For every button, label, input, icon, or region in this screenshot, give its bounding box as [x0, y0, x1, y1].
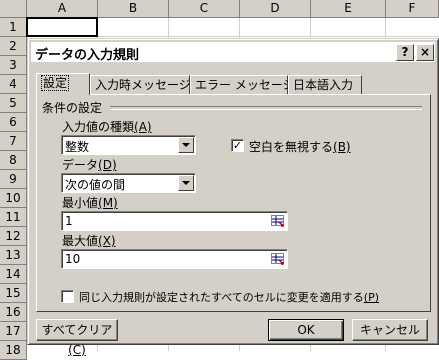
data-operator-label: データ(D) [62, 156, 117, 173]
column-header-b[interactable]: B [98, 0, 169, 18]
apply-all-label-key: (P) [363, 291, 380, 304]
minimum-label-key: (M) [98, 196, 118, 210]
ok-button[interactable]: OK [268, 319, 344, 341]
data-operator-value: 次の値の間 [65, 178, 126, 192]
data-operator-label-key: (D) [98, 158, 117, 172]
minimum-label: 最小値(M) [62, 194, 118, 211]
row-header-14[interactable]: 14 [0, 265, 27, 284]
range-select-icon[interactable] [271, 252, 285, 265]
column-header-a[interactable]: A [27, 0, 98, 18]
clear-all-button[interactable]: すべてクリア (C) [36, 319, 118, 357]
row-header-12[interactable]: 12 [0, 227, 27, 246]
row-header-10[interactable]: 10 [0, 189, 27, 208]
row-header-8[interactable]: 8 [0, 151, 27, 170]
chevron-down-icon[interactable] [178, 137, 194, 153]
help-button[interactable]: ? [396, 44, 414, 61]
row-header-16[interactable]: 16 [0, 303, 27, 322]
row-header-1[interactable]: 1 [0, 18, 27, 37]
maximum-input[interactable]: 10 [61, 249, 288, 269]
group-divider [110, 106, 422, 110]
tab-settings-label: 設定 [41, 75, 70, 91]
data-operator-label-text: データ [62, 158, 99, 172]
maximum-label-key: (X) [98, 234, 116, 248]
apply-all-label-text: 同じ入力規則が設定されたすべてのセルに変更を適用する [79, 291, 364, 304]
tab-input-message[interactable]: 入力時メッセージ [90, 75, 191, 94]
data-validation-dialog: データの入力規則 ? × 設定 入力時メッセージ エラー メッセージ 日本語入力… [27, 38, 439, 357]
allow-label: 入力値の種類(A) [62, 118, 152, 135]
column-header-c[interactable]: C [169, 0, 240, 18]
ignore-blank-label-text: 空白を無視する [249, 140, 334, 154]
tab-error-message[interactable]: エラー メッセージ [190, 75, 295, 94]
ignore-blank-label: 空白を無視する(B) [249, 138, 351, 155]
chevron-down-icon[interactable] [178, 175, 194, 191]
active-cell-a1[interactable] [26, 17, 98, 37]
row-header-3[interactable]: 3 [0, 56, 27, 75]
ignore-blank-label-key: (B) [333, 140, 351, 154]
row-header-7[interactable]: 7 [0, 132, 27, 151]
column-header-e[interactable]: E [311, 0, 386, 18]
row-header-9[interactable]: 9 [0, 170, 27, 189]
close-icon: × [419, 45, 431, 59]
dialog-title: データの入力規則 [35, 48, 140, 63]
minimum-input[interactable]: 1 [61, 211, 288, 231]
row-header-15[interactable]: 15 [0, 284, 27, 303]
allow-label-key: (A) [134, 120, 152, 134]
tab-input-message-label: 入力時メッセージ [95, 78, 191, 92]
allow-select[interactable]: 整数 [61, 135, 196, 155]
maximum-input-value: 10 [65, 252, 81, 266]
row-header-17[interactable]: 17 [0, 322, 27, 341]
data-operator-select[interactable]: 次の値の間 [61, 173, 196, 193]
row-header-2[interactable]: 2 [0, 37, 27, 56]
help-icon: ? [401, 45, 409, 59]
column-header-d[interactable]: D [240, 0, 311, 18]
select-all-corner[interactable] [0, 0, 27, 18]
tab-settings[interactable]: 設定 [36, 73, 90, 95]
apply-all-checkbox[interactable] [61, 290, 74, 303]
tab-ime-mode-label: 日本語入力 [293, 78, 354, 92]
row-header-4[interactable]: 4 [0, 75, 27, 94]
cancel-button[interactable]: キャンセル [352, 319, 428, 341]
minimum-input-value: 1 [65, 214, 73, 228]
minimum-label-text: 最小値 [62, 196, 99, 210]
apply-all-label: 同じ入力規則が設定されたすべてのセルに変更を適用する(P) [79, 289, 379, 305]
clear-all-button-key: (C) [68, 343, 86, 357]
clear-all-button-text: すべてクリア [41, 323, 113, 337]
row-header-11[interactable]: 11 [0, 208, 27, 227]
criteria-group-label: 条件の設定 [42, 101, 103, 115]
row-header-6[interactable]: 6 [0, 113, 27, 132]
allow-label-text: 入力値の種類 [62, 120, 135, 134]
range-select-icon[interactable] [271, 214, 285, 227]
tab-error-message-label: エラー メッセージ [195, 78, 295, 92]
ignore-blank-checkbox[interactable]: ✓ [231, 139, 244, 152]
row-header-5[interactable]: 5 [0, 94, 27, 113]
column-header-f[interactable]: F [386, 0, 439, 18]
tab-ime-mode[interactable]: 日本語入力 [288, 75, 362, 94]
dialog-titlebar[interactable]: データの入力規則 ? × [31, 42, 435, 63]
maximum-label-text: 最大値 [62, 234, 99, 248]
allow-select-value: 整数 [65, 140, 90, 154]
row-header-13[interactable]: 13 [0, 246, 27, 265]
maximum-label: 最大値(X) [62, 232, 116, 249]
close-button[interactable]: × [416, 44, 434, 61]
